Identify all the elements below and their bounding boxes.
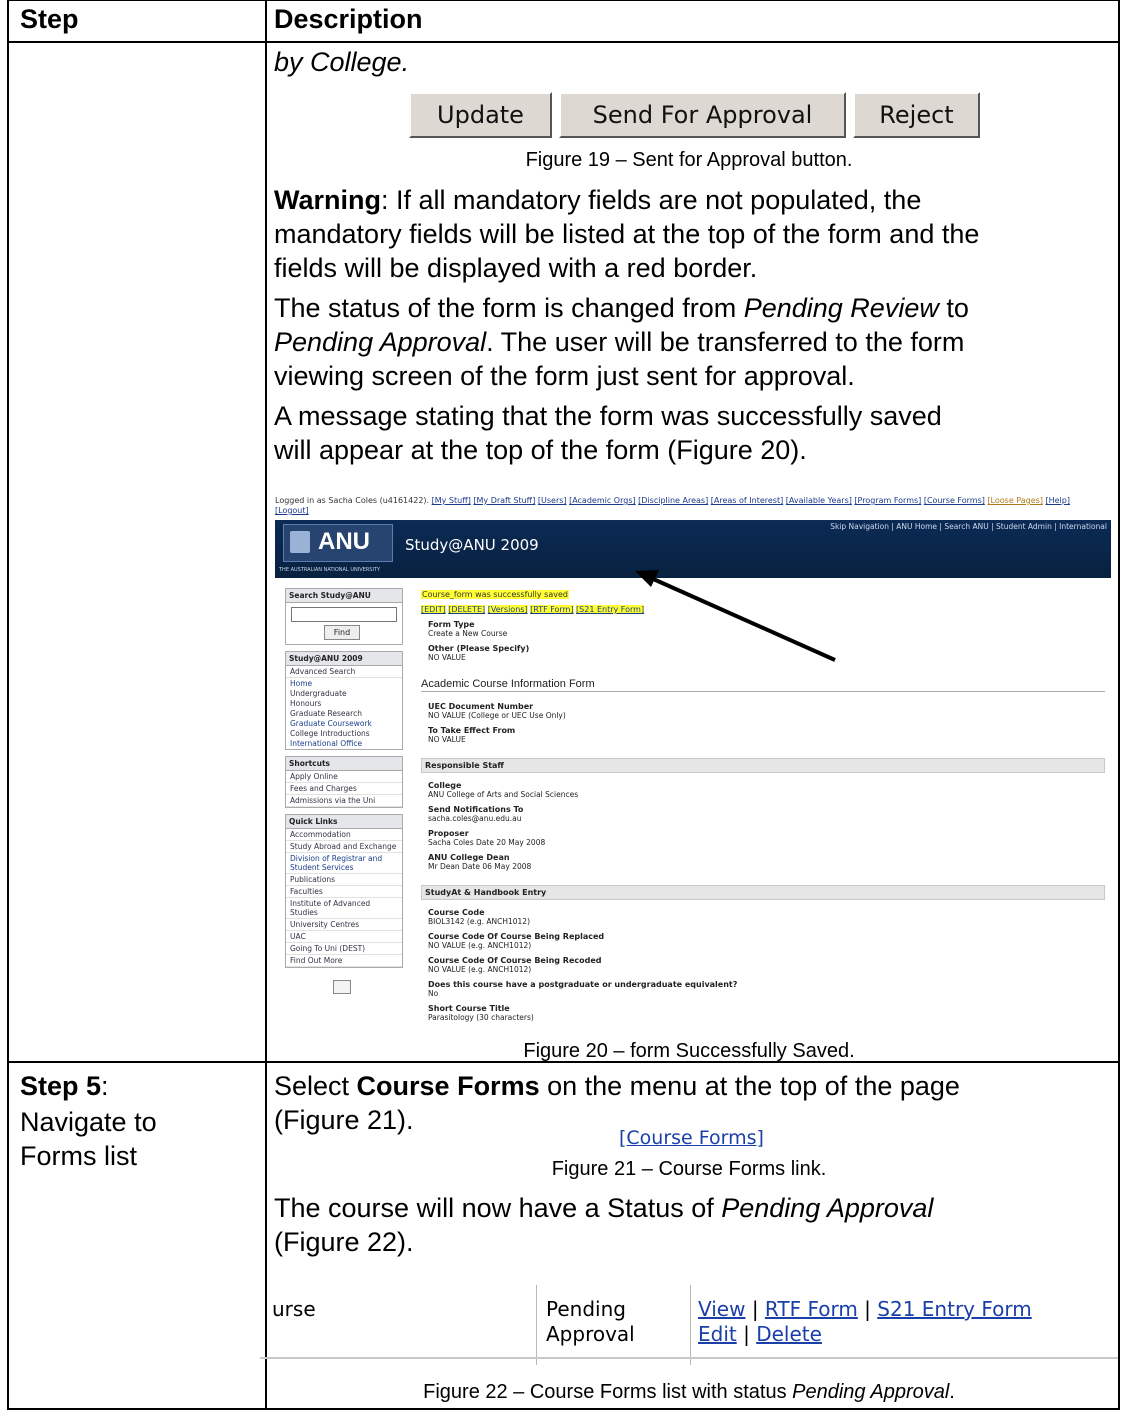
view-link[interactable]: View: [698, 1297, 745, 1321]
select-line-2: (Figure 21).: [274, 1105, 414, 1135]
header-row-divider: [9, 41, 1118, 43]
warning-line-3: fields will be displayed with a red bord…: [274, 253, 758, 283]
delete-link[interactable]: Delete: [756, 1322, 822, 1346]
reject-button[interactable]: Reject: [853, 92, 980, 138]
actions-cell: View | RTF Form | S21 Entry Form Edit | …: [698, 1297, 1032, 1346]
figure-20-screenshot: Logged in as Sacha Coles (u4161422). [My…: [275, 496, 1111, 1041]
warning-line-2: mandatory fields will be listed at the t…: [274, 219, 980, 249]
status-line-3: viewing screen of the form just sent for…: [274, 361, 855, 391]
send-for-approval-button[interactable]: Send For Approval: [559, 92, 846, 138]
course-forms-link[interactable]: [Course Forms]: [619, 1127, 764, 1149]
figure-22-crop: urse Pending Approval View | RTF Form | …: [260, 1285, 1118, 1375]
select-line-1: Select Course Forms on the menu at the t…: [274, 1071, 960, 1101]
step-5-desc-2: Forms list: [20, 1141, 137, 1171]
course-name-cell: urse: [272, 1297, 316, 1321]
s21-entry-form-link[interactable]: S21 Entry Form: [877, 1297, 1031, 1321]
figure-22-caption: Figure 22 – Course Forms list with statu…: [423, 1381, 955, 1403]
step-5-label: Step 5:: [20, 1071, 109, 1101]
pointer-arrow-icon: [635, 570, 836, 662]
message-line-2: will appear at the top of the form (Figu…: [274, 435, 807, 465]
message-line-1: A message stating that the form was succ…: [274, 401, 942, 431]
figure-21-caption: Figure 21 – Course Forms link.: [551, 1158, 827, 1180]
status-line-1: The status of the form is changed from P…: [274, 293, 969, 323]
status-cell: Pending Approval: [546, 1297, 635, 1346]
update-button[interactable]: Update: [409, 92, 552, 138]
step-5-desc-1: Navigate to: [20, 1107, 157, 1137]
column-divider: [265, 1, 267, 1408]
edit-link[interactable]: Edit: [698, 1322, 737, 1346]
status-pending-line-2: (Figure 22).: [274, 1227, 414, 1257]
rtf-form-link[interactable]: RTF Form: [765, 1297, 858, 1321]
warning-line-1: Warning: If all mandatory fields are not…: [274, 185, 922, 215]
text-by-college: by College.: [274, 47, 410, 77]
figure-20-caption: Figure 20 – form Successfully Saved.: [523, 1040, 855, 1062]
header-step: Step: [20, 4, 79, 34]
status-line-2: Pending Approval. The user will be trans…: [274, 327, 965, 357]
figure-19-caption: Figure 19 – Sent for Approval button.: [525, 149, 853, 171]
status-pending-line-1: The course will now have a Status of Pen…: [274, 1193, 934, 1223]
header-description: Description: [274, 4, 423, 34]
warning-label: Warning: [274, 185, 381, 215]
